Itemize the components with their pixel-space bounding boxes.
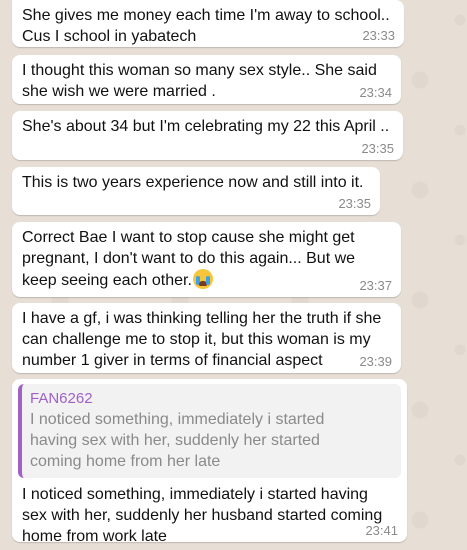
message-bubble[interactable]: FAN6262 I noticed something, immediately… — [12, 379, 407, 545]
message-bubble[interactable]: She gives me money each time I'm away to… — [12, 0, 404, 47]
message-text: She gives me money each time I'm away to… — [22, 7, 390, 45]
quote-text: I noticed something, immediately i start… — [30, 411, 325, 470]
message-timestamp: 23:37 — [359, 278, 392, 293]
message-timestamp: 23:35 — [338, 196, 371, 211]
message-timestamp: 23:35 — [361, 141, 394, 156]
message-text: This is two years experience now and sti… — [22, 174, 364, 191]
message-content: Correct Bae I want to stop cause she mig… — [22, 227, 392, 291]
message-timestamp: 23:34 — [359, 85, 392, 100]
message-bubble[interactable]: I thought this woman so many sex style..… — [12, 55, 401, 104]
quoted-message[interactable]: FAN6262 I noticed something, immediately… — [18, 384, 401, 478]
quote-author: FAN6262 — [30, 390, 93, 407]
message-bubble[interactable]: She's about 34 but I'm celebrating my 22… — [12, 111, 403, 160]
message-bubble[interactable]: I have a gf, i was thinking telling her … — [12, 303, 401, 373]
message-text: I have a gf, i was thinking telling her … — [22, 310, 382, 369]
crying-face-icon — [192, 269, 213, 289]
message-bubble[interactable]: This is two years experience now and sti… — [12, 167, 380, 215]
message-text: I noticed something, immediately i start… — [22, 486, 383, 545]
chat-message-list[interactable]: She gives me money each time I'm away to… — [0, 0, 467, 550]
message-text: Correct Bae I want to stop cause she mig… — [22, 229, 356, 289]
message-text: She's about 34 but I'm celebrating my 22… — [22, 118, 390, 135]
message-timestamp: 23:41 — [365, 523, 398, 538]
message-bubble[interactable]: Correct Bae I want to stop cause she mig… — [12, 222, 401, 297]
message-timestamp: 23:33 — [362, 28, 395, 43]
message-timestamp: 23:39 — [359, 354, 392, 369]
message-text: I thought this woman so many sex style..… — [22, 62, 377, 100]
